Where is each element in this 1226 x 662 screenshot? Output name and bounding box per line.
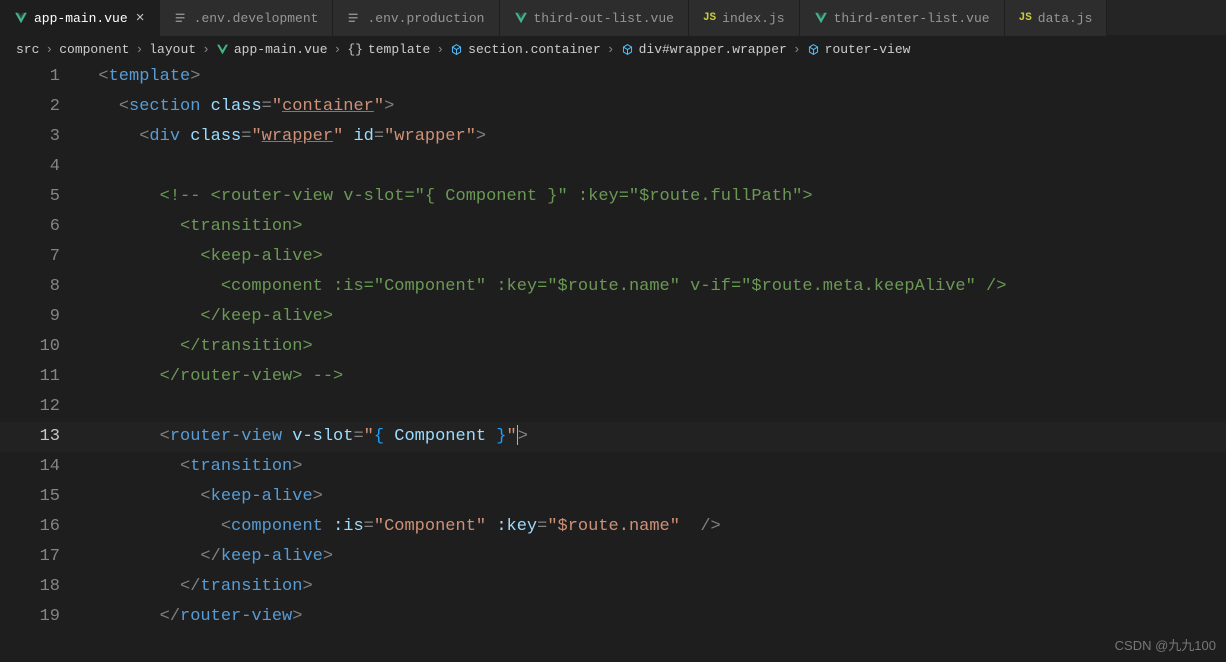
code-line: <transition>	[78, 452, 1226, 482]
tab-label: data.js	[1038, 11, 1093, 26]
tab-label: app-main.vue	[34, 11, 128, 26]
tab-third-out-list[interactable]: third-out-list.vue	[500, 0, 689, 36]
tab-data-js[interactable]: JS data.js	[1005, 0, 1108, 36]
crumb-src[interactable]: src	[16, 42, 39, 57]
code-line	[78, 152, 1226, 182]
crumb-file[interactable]: app-main.vue	[216, 42, 328, 57]
crumb-component[interactable]: component	[59, 42, 129, 57]
chevron-right-icon: ›	[45, 42, 53, 57]
chevron-right-icon: ›	[202, 42, 210, 57]
code-line: <!-- <router-view v-slot="{ Component }"…	[78, 182, 1226, 212]
cube-icon	[450, 43, 463, 56]
code-line: <router-view v-slot="{ Component }">	[78, 422, 1226, 452]
code-line: </router-view> -->	[78, 362, 1226, 392]
chevron-right-icon: ›	[793, 42, 801, 57]
code-line: <component :is="Component" :key="$route.…	[78, 512, 1226, 542]
chevron-right-icon: ›	[436, 42, 444, 57]
js-icon: JS	[1019, 12, 1032, 24]
tab-label: third-enter-list.vue	[834, 11, 990, 26]
code-area[interactable]: <template> <section class="container"> <…	[78, 62, 1226, 662]
code-line: <component :is="Component" :key="$route.…	[78, 272, 1226, 302]
code-line: <keep-alive>	[78, 242, 1226, 272]
js-icon: JS	[703, 12, 716, 24]
tab-index-js[interactable]: JS index.js	[689, 0, 800, 36]
code-line: <transition>	[78, 212, 1226, 242]
code-line: </transition>	[78, 332, 1226, 362]
breadcrumb: src › component › layout › app-main.vue …	[0, 36, 1226, 62]
line-gutter: 1234 5678 9101112 13141516 171819	[0, 62, 78, 662]
tab-label: index.js	[722, 11, 784, 26]
code-line: </keep-alive>	[78, 302, 1226, 332]
code-line: <keep-alive>	[78, 482, 1226, 512]
crumb-template[interactable]: {} template	[347, 42, 430, 57]
crumb-section[interactable]: section.container	[450, 42, 601, 57]
tab-label: third-out-list.vue	[534, 11, 674, 26]
code-editor[interactable]: 1234 5678 9101112 13141516 171819 <templ…	[0, 62, 1226, 662]
chevron-right-icon: ›	[135, 42, 143, 57]
cube-icon	[807, 43, 820, 56]
cube-icon	[621, 43, 634, 56]
vue-icon	[14, 11, 28, 25]
tab-bar: app-main.vue × .env.development .env.pro…	[0, 0, 1226, 36]
tab-env-prod[interactable]: .env.production	[333, 0, 499, 36]
code-line: <section class="container">	[78, 92, 1226, 122]
tab-third-enter-list[interactable]: third-enter-list.vue	[800, 0, 1005, 36]
code-line: <div class="wrapper" id="wrapper">	[78, 122, 1226, 152]
code-line: </transition>	[78, 572, 1226, 602]
tab-label: .env.development	[194, 11, 319, 26]
tab-app-main[interactable]: app-main.vue ×	[0, 0, 160, 36]
close-icon[interactable]: ×	[136, 11, 145, 26]
brace-icon: {}	[347, 42, 363, 57]
crumb-div[interactable]: div#wrapper.wrapper	[621, 42, 787, 57]
code-line	[78, 392, 1226, 422]
crumb-router-view[interactable]: router-view	[807, 42, 911, 57]
settings-icon	[174, 11, 188, 25]
vue-icon	[216, 43, 229, 56]
tab-label: .env.production	[367, 11, 484, 26]
code-line: </router-view>	[78, 602, 1226, 632]
tab-env-dev[interactable]: .env.development	[160, 0, 334, 36]
vue-icon	[814, 11, 828, 25]
crumb-layout[interactable]: layout	[149, 42, 196, 57]
chevron-right-icon: ›	[607, 42, 615, 57]
code-line: <template>	[78, 62, 1226, 92]
vue-icon	[514, 11, 528, 25]
chevron-right-icon: ›	[334, 42, 342, 57]
watermark: CSDN @九九100	[1115, 635, 1216, 654]
code-line: </keep-alive>	[78, 542, 1226, 572]
settings-icon	[347, 11, 361, 25]
